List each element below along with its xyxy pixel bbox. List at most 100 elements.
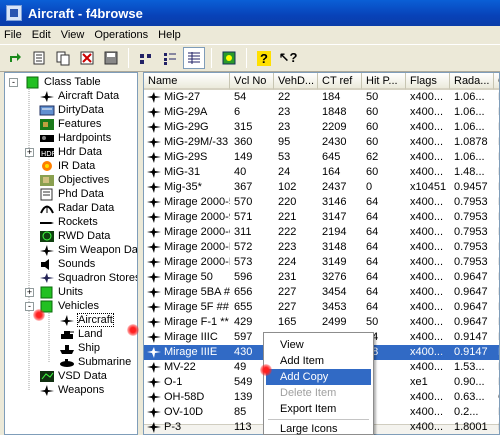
table-row[interactable]: Mirage 2000-C 311 222 2194 64 x400... 0.7953 N bbox=[144, 225, 499, 240]
table-row[interactable]: MiG-29S 149 53 645 62 x400... 1.06... N bbox=[144, 150, 499, 165]
list-view-icon[interactable] bbox=[159, 47, 181, 69]
tree-item-rockets[interactable]: Rockets bbox=[39, 215, 98, 229]
table-row[interactable]: Mirage 2000-D 572 223 3148 64 x400... 0.7953 N bbox=[144, 240, 499, 255]
context-help-icon[interactable]: ↖? bbox=[277, 47, 299, 69]
tree-item-aircraft[interactable]: Aircraft bbox=[59, 313, 114, 327]
table-cell: 3146 bbox=[322, 196, 347, 208]
table-row[interactable]: MiG-27 54 22 184 50 x400... 1.06... N bbox=[144, 90, 499, 105]
table-row[interactable]: Mig-35* 367 102 2437 0 x10451 0.9457 N bbox=[144, 180, 499, 195]
options-icon[interactable] bbox=[218, 47, 240, 69]
table-row[interactable]: Mirage 2000-N 573 224 3149 64 x400... 0.7953 N bbox=[144, 255, 499, 270]
table-cell: Mirage 5F ## bbox=[164, 301, 229, 313]
tree-item-sounds[interactable]: Sounds bbox=[39, 257, 95, 271]
table-cell: 655 bbox=[234, 301, 253, 313]
table-cell: 311 bbox=[234, 226, 252, 238]
column-header[interactable]: Rada... bbox=[450, 73, 494, 90]
tree-item-units[interactable]: Units bbox=[39, 285, 83, 299]
table-row[interactable]: Mirage 5F ## 655 227 3453 64 x400... 0.9647 N bbox=[144, 300, 499, 315]
table-cell: 0.7953 bbox=[454, 211, 488, 223]
menu-item-add-copy[interactable]: Add Copy bbox=[266, 369, 371, 385]
save-icon[interactable] bbox=[100, 47, 122, 69]
tree-item-squadron-stores[interactable]: Squadron Stores bbox=[39, 271, 137, 285]
table-cell: 149 bbox=[234, 151, 253, 163]
tree-item-hardpoints[interactable]: Hardpoints bbox=[39, 131, 111, 145]
table-cell: 573 bbox=[234, 256, 253, 268]
delete-icon[interactable] bbox=[76, 47, 98, 69]
table-row[interactable]: MiG-29G 315 23 2209 60 x400... 1.06... N bbox=[144, 120, 499, 135]
tree-item-hdr-data[interactable]: HDR Hdr Data bbox=[39, 145, 102, 159]
column-header[interactable]: Name bbox=[144, 73, 230, 90]
table-row[interactable]: Mirage 5BA ## 656 227 3454 64 x400... 0.9647 N bbox=[144, 285, 499, 300]
tree-item-objectives[interactable]: Objectives bbox=[39, 173, 109, 187]
column-header[interactable]: Vcl No bbox=[230, 73, 274, 90]
menu-item-add-item[interactable]: Add Item bbox=[266, 353, 371, 369]
table-cell: MiG-31 bbox=[164, 166, 201, 178]
table-row[interactable]: Mirage 2000-9 571 221 3147 64 x400... 0.7953 N bbox=[144, 210, 499, 225]
collapse-icon[interactable]: - bbox=[9, 78, 18, 87]
menu-file[interactable]: File bbox=[4, 29, 22, 41]
table-cell: 95 bbox=[278, 136, 291, 148]
collapse-icon[interactable]: - bbox=[25, 302, 34, 311]
tree-item-submarine[interactable]: Submarine bbox=[59, 355, 131, 369]
tree-item-ir-data[interactable]: IR Data bbox=[39, 159, 95, 173]
column-header[interactable]: G bbox=[494, 73, 499, 90]
tree-item-vehicles[interactable]: Vehicles bbox=[39, 299, 99, 313]
refresh-icon[interactable] bbox=[4, 47, 26, 69]
tree-item-radar-data[interactable]: Radar Data bbox=[39, 201, 114, 215]
column-header[interactable]: VehD... bbox=[274, 73, 318, 90]
tree-item-label: Aircraft Data bbox=[58, 90, 120, 102]
tree-item-phd-data[interactable]: Phd Data bbox=[39, 187, 104, 201]
table-cell: x400... bbox=[410, 106, 444, 118]
copy-icon[interactable] bbox=[52, 47, 74, 69]
table-row[interactable]: Mirage F-1 ** 429 165 2499 50 x400... 0.9647 N bbox=[144, 315, 499, 330]
table-row[interactable]: Mirage 2000-5 570 220 3146 64 x400... 0.7953 N bbox=[144, 195, 499, 210]
dirty-icon bbox=[39, 104, 55, 117]
tree-item-weapons[interactable]: Weapons bbox=[39, 383, 104, 397]
expand-icon[interactable]: + bbox=[25, 288, 34, 297]
table-cell: x10451 bbox=[410, 181, 447, 193]
aircraft-icon bbox=[147, 287, 161, 298]
tree-item-label: Aircraft bbox=[77, 313, 114, 327]
table-cell: 2430 bbox=[322, 136, 347, 148]
expand-icon[interactable]: + bbox=[25, 148, 34, 157]
table-row[interactable]: MiG-29A 6 23 1848 60 x400... 1.06... N bbox=[144, 105, 499, 120]
table-cell: 224 bbox=[278, 256, 297, 268]
tree-item-dirty-data[interactable]: DirtyData bbox=[39, 103, 104, 117]
app-icon bbox=[6, 5, 22, 21]
table-row[interactable]: MiG-29M/-33 * 360 95 2430 60 x400... 1.0878 N bbox=[144, 135, 499, 150]
tree-item-sim-weapon-data[interactable]: Sim Weapon Data bbox=[39, 243, 137, 257]
table-cell: 0.9647 bbox=[454, 301, 488, 313]
tree-item-aircraft-data[interactable]: Aircraft Data bbox=[39, 89, 119, 103]
properties-icon[interactable] bbox=[28, 47, 50, 69]
menu-item-large-icons[interactable]: Large Icons bbox=[266, 421, 371, 435]
menu-help[interactable]: Help bbox=[158, 29, 181, 41]
table-cell: 64 bbox=[366, 196, 379, 208]
table-row[interactable]: MiG-31 40 24 164 60 x400... 1.48... N bbox=[144, 165, 499, 180]
table-cell: 6 bbox=[234, 106, 241, 118]
table-cell: 50 bbox=[366, 316, 379, 328]
tree-item-features[interactable]: Features bbox=[39, 117, 101, 131]
column-header[interactable]: Flags bbox=[406, 73, 450, 90]
help-icon[interactable]: ? bbox=[253, 47, 275, 69]
table-cell: 3276 bbox=[322, 271, 347, 283]
table-cell: 0.63... bbox=[454, 391, 485, 403]
details-view-icon[interactable] bbox=[183, 47, 205, 69]
table-cell: x400... bbox=[410, 226, 444, 238]
table-cell: MiG-27 bbox=[164, 91, 201, 103]
aircraft-icon bbox=[147, 362, 161, 373]
column-header[interactable]: Hit P... bbox=[362, 73, 406, 90]
table-row[interactable]: Mirage 50 596 231 3276 64 x400... 0.9647 N bbox=[144, 270, 499, 285]
menu-item-export-item[interactable]: Export Item bbox=[266, 401, 371, 417]
menu-operations[interactable]: Operations bbox=[94, 29, 148, 41]
menu-item-view[interactable]: View bbox=[266, 337, 371, 353]
column-header[interactable]: CT ref bbox=[318, 73, 362, 90]
tree-root-class-table[interactable]: Class Table bbox=[25, 75, 101, 89]
menu-view[interactable]: View bbox=[61, 29, 85, 41]
tree-item-ship[interactable]: Ship bbox=[59, 341, 100, 355]
tree-item-land[interactable]: Land bbox=[59, 327, 102, 341]
tree-item-rwd-data[interactable]: RWD Data bbox=[39, 229, 110, 243]
table-cell: N bbox=[494, 375, 499, 390]
small-icons-icon[interactable] bbox=[135, 47, 157, 69]
menu-edit[interactable]: Edit bbox=[32, 29, 51, 41]
tree-item-vsd-data[interactable]: VSD Data bbox=[39, 369, 107, 383]
